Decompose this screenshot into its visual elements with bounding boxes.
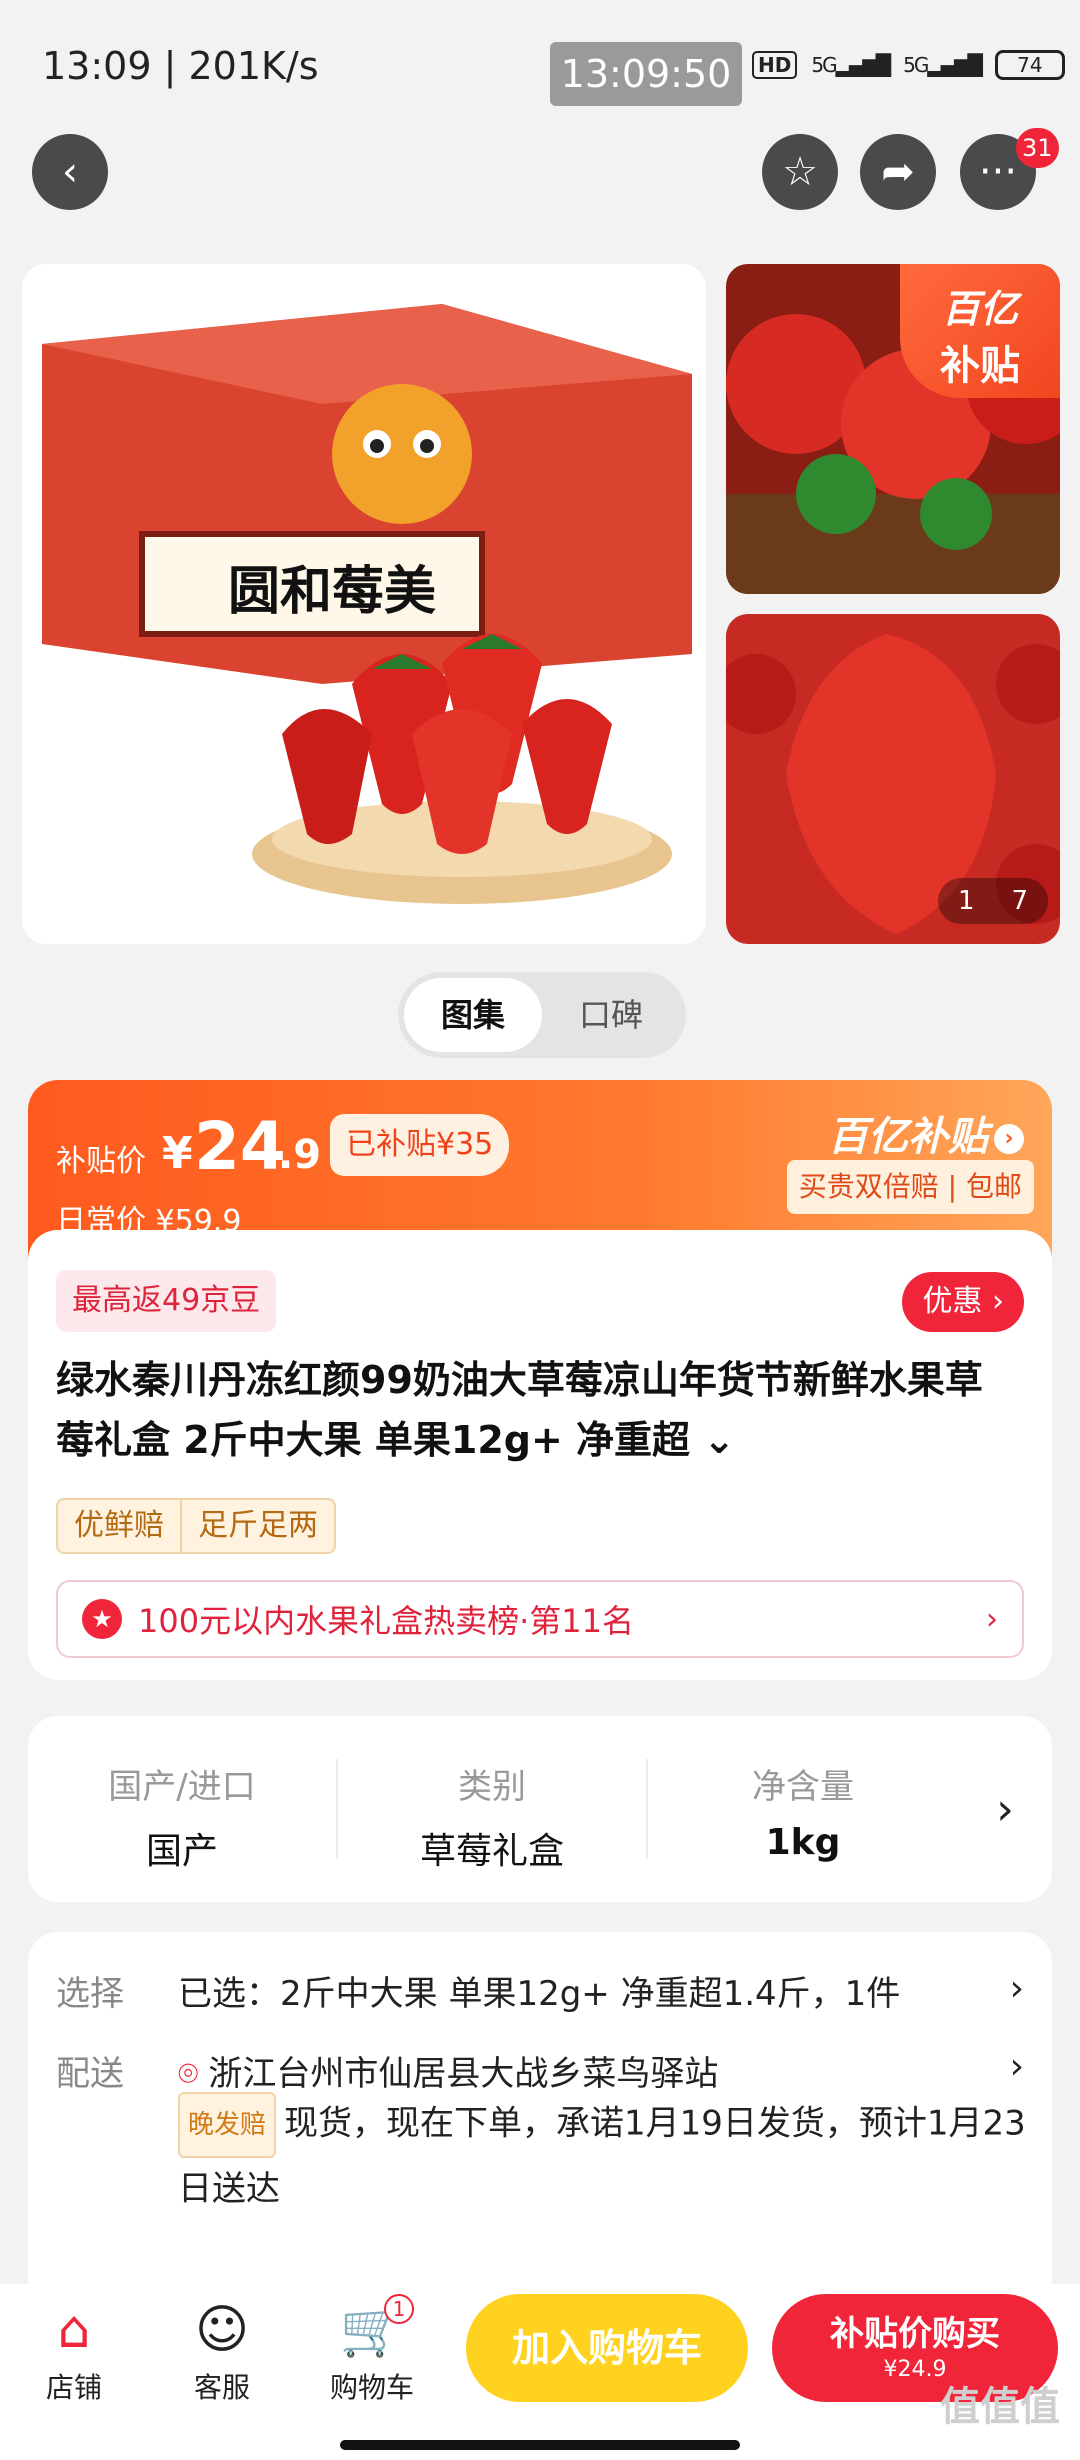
price-integer: 24 [194,1108,286,1185]
favorite-button[interactable]: ☆ [762,134,838,210]
subsidy-price-label: 补贴价 [56,1144,146,1179]
product-gallery[interactable]: 圆和莓美 百亿 补贴 17 [0,264,1080,949]
more-icon: ··· [978,149,1018,195]
subsidy-corner-badge: 百亿 补贴 [900,264,1060,398]
share-icon: ➦ [881,149,915,195]
discount-button[interactable]: 优惠 › [902,1272,1024,1332]
selected-variant[interactable]: 已选：2斤中大果 单果12g+ 净重超1.4斤，1件 [178,1966,900,2015]
product-title[interactable]: 绿水秦川丹冻红颜99奶油大草莓凉山年货节新鲜水果草莓礼盒 2斤中大果 单果12g… [56,1350,1016,1470]
brand-tags: 买贵双倍赔 | 包邮 [786,1160,1034,1214]
share-button[interactable]: ➦ [860,134,936,210]
watermark: 值值值 [940,2384,1060,2430]
star-icon: ☆ [782,149,818,195]
price-decimal: .9 [278,1132,322,1178]
ranking-text: 100元以内水果礼盒热卖榜·第11名 [138,1602,634,1640]
signal-icon-2: 5G▂▄▆█ [903,53,983,77]
guarantee-tags[interactable]: 优鲜赔 足斤足两 [56,1498,336,1554]
home-indicator[interactable] [340,2440,740,2450]
options-card: 选择 已选：2斤中大果 单果12g+ 净重超1.4斤，1件 › 配送 ⌾ 浙江台州… [28,1932,1052,2332]
product-info: 最高返49京豆 优惠 › 绿水秦川丹冻红颜99奶油大草莓凉山年货节新鲜水果草莓礼… [28,1230,1052,1658]
specs-card[interactable]: 国产/进口 国产 类别 草莓礼盒 净含量 1kg › [28,1716,1052,1902]
store-button[interactable]: ⌂ 店铺 [24,2294,124,2406]
chevron-right-icon: › [994,1124,1024,1154]
price-card: 补贴价 ¥ 24 .9 已补贴¥35 日常价 ¥59.9 百亿补贴 › 买贵双倍赔… [28,1080,1052,1680]
spec-category: 类别 草莓礼盒 [338,1759,648,1872]
signal-icon: 5G▂▄▆█ [811,53,891,77]
back-button[interactable]: ‹ [32,134,108,210]
spec-origin: 国产/进口 国产 [28,1759,338,1872]
chevron-right-icon[interactable]: › [1010,2046,1024,2087]
tab-reviews[interactable]: 口碑 [542,978,680,1052]
tab-gallery[interactable]: 图集 [404,978,542,1052]
main-product-image[interactable]: 圆和莓美 [22,264,706,944]
chevron-right-icon: › [986,1601,998,1637]
customer-service-button[interactable]: ☺ 客服 [172,2294,272,2406]
media-tabs: 图集 口碑 [398,972,686,1058]
chevron-left-icon: ‹ [62,149,78,195]
status-bar: 13:09 | 201K/s 13:09:50 HD 5G▂▄▆█ 5G▂▄▆█… [0,0,1080,140]
late-delivery-tag: 晚发赔 [178,2092,277,2158]
add-to-cart-button[interactable]: 加入购物车 [466,2294,748,2402]
chevron-right-icon[interactable]: › [1010,1968,1024,2009]
side-image-closeup[interactable]: 17 [726,614,1060,944]
subsidy-brand-link[interactable]: 百亿补贴 › [828,1104,1024,1162]
guarantee-tag: 优鲜赔 [74,1508,164,1543]
subsidized-amount-badge: 已补贴¥35 [330,1114,510,1176]
cart-count-badge: 1 [384,2294,414,2324]
ranking-banner[interactable]: ★ 100元以内水果礼盒热卖榜·第11名 › [56,1580,1024,1658]
floating-clock: 13:09:50 [550,42,742,106]
side-image-basket[interactable]: 百亿 补贴 [726,264,1060,594]
location-pin-icon: ⌾ [178,2054,199,2094]
jd-beans-badge: 最高返49京豆 [56,1270,277,1332]
delivery-label: 配送 [56,2054,124,2094]
chat-icon: ☺ [194,2300,250,2360]
status-indicators: HD 5G▂▄▆█ 5G▂▄▆█ 74 [752,50,1065,80]
medal-icon: ★ [82,1599,122,1639]
shipping-info: 晚发赔 现货，现在下单，承诺1月19日发货，预计1月23日送达 [178,2092,1028,2220]
battery-icon: 74 [994,50,1065,80]
currency-symbol: ¥ [162,1128,193,1179]
guarantee-tag: 足斤足两 [180,1500,334,1552]
delivery-address[interactable]: ⌾ 浙江台州市仙居县大战乡菜鸟驿站 [178,2046,718,2095]
bottom-action-bar: ⌂ 店铺 ☺ 客服 🛒 购物车 1 加入购物车 补贴价购买 ¥24.9 [0,2284,1080,2460]
box-brand-text: 圆和莓美 [227,561,436,622]
store-icon: ⌂ [57,2300,91,2360]
expand-icon[interactable]: ⌄ [703,1418,735,1462]
select-label: 选择 [56,1974,124,2014]
spec-net-weight: 净含量 1kg [752,1767,854,1863]
gallery-pager: 17 [938,878,1048,924]
chevron-right-icon[interactable]: › [958,1784,1052,1835]
status-time-speed: 13:09 | 201K/s [42,44,319,88]
hd-icon: HD [752,51,798,79]
notification-badge: 31 [1016,128,1059,168]
